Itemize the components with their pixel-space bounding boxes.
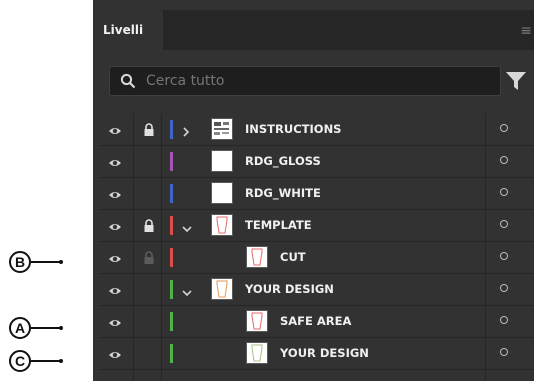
eye-icon[interactable] <box>108 347 122 366</box>
eye-icon[interactable] <box>108 187 122 206</box>
chevron-down-icon[interactable] <box>181 283 193 302</box>
layer-row[interactable]: SAFE AREA <box>99 306 534 338</box>
eye-icon[interactable] <box>108 219 122 238</box>
layer-name[interactable]: RDG_GLOSS <box>245 146 321 177</box>
layer-color-indicator <box>170 216 173 235</box>
search-icon <box>120 73 136 93</box>
tab-bar: Livelli ≡ <box>93 10 534 50</box>
layer-thumbnail <box>211 150 233 172</box>
target-circle-icon[interactable] <box>500 220 508 228</box>
lock-icon[interactable] <box>143 250 155 269</box>
layer-row[interactable]: CUT <box>99 242 534 274</box>
chevron-right-icon[interactable] <box>181 123 191 142</box>
layer-list: INSTRUCTIONS RDG_GLOSS RDG_WHITE TEMPLATE CU… <box>99 114 534 370</box>
callout-label: B <box>9 251 31 273</box>
layer-name[interactable]: YOUR DESIGN <box>280 338 369 369</box>
callout-label: C <box>9 350 31 372</box>
lock-icon[interactable] <box>143 122 155 141</box>
eye-icon[interactable] <box>108 283 122 302</box>
layer-color-indicator <box>170 152 173 171</box>
target-circle-icon[interactable] <box>500 316 508 324</box>
search-input[interactable] <box>146 67 486 95</box>
callout-dot <box>59 326 63 330</box>
eye-icon[interactable] <box>108 123 122 142</box>
layer-thumbnail <box>246 342 268 364</box>
layers-panel: Livelli ≡ INSTRUCTIONSRDG_GLOSSRDG_WHITE… <box>93 0 534 381</box>
target-circle-icon[interactable] <box>500 156 508 164</box>
layer-thumbnail <box>211 118 233 140</box>
search-box[interactable] <box>109 66 501 96</box>
chevron-down-icon[interactable] <box>181 219 193 238</box>
layer-row[interactable]: RDG_WHITE <box>99 178 534 210</box>
layer-row[interactable]: YOUR DESIGN <box>99 338 534 370</box>
filter-icon[interactable] <box>505 70 527 96</box>
layer-color-indicator <box>170 184 173 203</box>
callout-dot <box>59 260 63 264</box>
eye-icon[interactable] <box>108 315 122 334</box>
target-circle-icon[interactable] <box>500 284 508 292</box>
callout-leader-line <box>31 327 61 329</box>
eye-icon[interactable] <box>108 251 122 270</box>
layer-name[interactable]: INSTRUCTIONS <box>245 114 341 145</box>
layer-thumbnail <box>246 310 268 332</box>
target-circle-icon[interactable] <box>500 124 508 132</box>
layer-name[interactable]: YOUR DESIGN <box>245 274 334 305</box>
callout-dot <box>59 359 63 363</box>
layer-thumbnail <box>246 246 268 268</box>
eye-icon[interactable] <box>108 155 122 174</box>
layer-row[interactable]: INSTRUCTIONS <box>99 114 534 146</box>
layer-name[interactable]: TEMPLATE <box>245 210 312 241</box>
callout-leader-line <box>31 261 61 263</box>
target-circle-icon[interactable] <box>500 348 508 356</box>
layer-thumbnail <box>211 214 233 236</box>
layer-name[interactable]: RDG_WHITE <box>245 178 321 209</box>
layer-color-indicator <box>170 120 173 139</box>
panel-menu-icon[interactable]: ≡ <box>520 23 532 39</box>
layer-color-indicator <box>170 344 173 363</box>
layer-name[interactable]: CUT <box>280 242 306 273</box>
layer-color-indicator <box>170 280 173 299</box>
layer-row[interactable]: TEMPLATE <box>99 210 534 242</box>
layer-thumbnail <box>211 278 233 300</box>
target-circle-icon[interactable] <box>500 252 508 260</box>
tab-livelli[interactable]: Livelli <box>93 10 163 50</box>
callout-label: A <box>9 317 31 339</box>
layer-thumbnail <box>211 182 233 204</box>
layer-color-indicator <box>170 248 173 267</box>
callout-leader-line <box>31 360 61 362</box>
layer-color-indicator <box>170 312 173 331</box>
lock-icon[interactable] <box>143 218 155 237</box>
layer-row[interactable]: YOUR DESIGN <box>99 274 534 306</box>
layer-name[interactable]: SAFE AREA <box>280 306 351 337</box>
layer-row[interactable]: RDG_GLOSS <box>99 146 534 178</box>
target-circle-icon[interactable] <box>500 188 508 196</box>
